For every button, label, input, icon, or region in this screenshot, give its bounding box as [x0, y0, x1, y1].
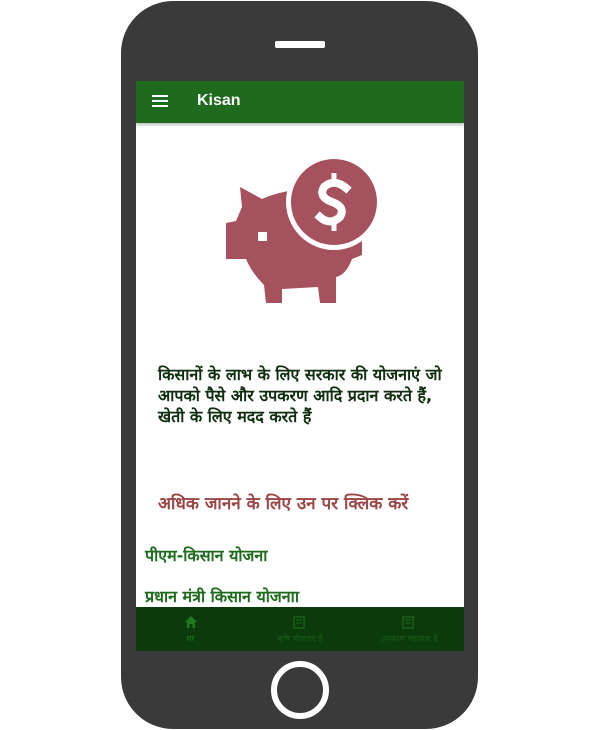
phone-speaker [275, 41, 325, 48]
document-edit-icon [402, 615, 416, 629]
app-screen: Kisan किसानों के लाभ के लिए सरकार की योज… [136, 81, 464, 651]
document-edit-icon [293, 615, 306, 629]
nav-label-schemes: कृषि योजनाएं हैं [277, 634, 323, 643]
nav-item-schemes[interactable]: कृषि योजनाएं हैं [245, 607, 354, 651]
nav-item-home[interactable]: घर [136, 607, 245, 651]
bottom-navigation: घर कृषि योजनाएं हैं उपकरण सहायता हैं [136, 607, 464, 651]
nav-item-equipment[interactable]: उपकरण सहायता हैं [355, 607, 464, 651]
app-title: Kisan [197, 92, 241, 109]
scheme-description: किसानों के लाभ के लिए सरकार की योजनाएं ज… [158, 365, 442, 426]
nav-label-equipment: उपकरण सहायता हैं [381, 634, 438, 643]
learn-more-text: अधिक जानने के लिए उन पर क्लिक करें [158, 494, 409, 514]
hamburger-menu-icon[interactable] [152, 95, 168, 107]
phone-home-button[interactable] [271, 661, 329, 719]
nav-label-home: घर [186, 634, 195, 643]
scheme-link-pm-kisan[interactable]: पीएम-किसान योजना [145, 544, 267, 566]
app-bar: Kisan [136, 81, 464, 123]
piggy-bank-coin-icon [226, 159, 382, 303]
scheme-link-pradhan-mantri-kisan[interactable]: प्रधान मंत्री किसान योजनाा [145, 585, 299, 607]
home-icon [184, 616, 197, 628]
